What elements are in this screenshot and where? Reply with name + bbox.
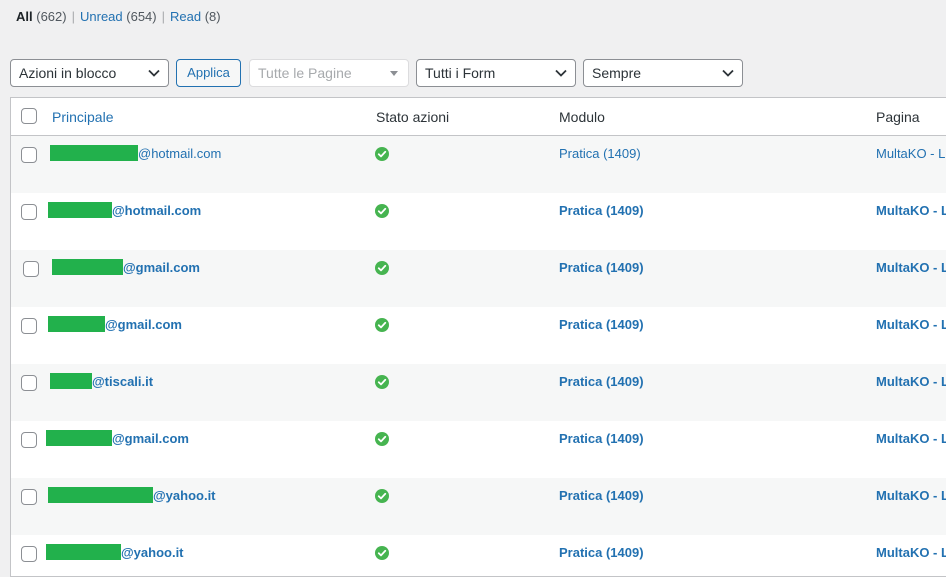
apply-button[interactable]: Applica	[176, 59, 241, 87]
table-header: Principale Stato azioni Modulo Pagina	[11, 98, 946, 136]
entry-page-link[interactable]: MultaKO - L	[876, 203, 946, 218]
entry-page-link[interactable]: MultaKO - L	[876, 317, 946, 332]
check-circle-icon	[375, 375, 389, 389]
filter-read[interactable]: Read (8)	[170, 9, 221, 24]
entry-form-link[interactable]: Pratica (1409)	[559, 545, 644, 560]
redacted-email-block	[50, 373, 92, 389]
check-circle-icon	[375, 432, 389, 446]
entry-email-link[interactable]: @tiscali.it	[92, 374, 153, 389]
redacted-email-block	[48, 316, 105, 332]
select-all-checkbox[interactable]	[21, 108, 37, 124]
entry-email-link[interactable]: @yahoo.it	[121, 545, 184, 560]
entry-form-link[interactable]: Pratica (1409)	[559, 260, 644, 275]
row-checkbox[interactable]	[21, 318, 37, 334]
check-circle-icon	[375, 546, 389, 560]
filter-unread[interactable]: Unread (654)	[80, 9, 157, 24]
column-modulo: Modulo	[559, 109, 605, 125]
row-checkbox[interactable]	[21, 147, 37, 163]
entry-page-link[interactable]: MultaKO - L	[876, 545, 946, 560]
entry-page-link[interactable]: MultaKO - L	[876, 431, 946, 446]
table-row[interactable]: @gmail.com Pratica (1409) MultaKO - L	[11, 307, 946, 364]
row-checkbox[interactable]	[21, 489, 37, 505]
table-row[interactable]: @hotmail.com Pratica (1409) MultaKO - L	[11, 193, 946, 250]
entry-email-link[interactable]: @gmail.com	[123, 260, 200, 275]
table-body: @hotmail.com Pratica (1409) MultaKO - LI @h…	[11, 136, 946, 576]
entry-page-link[interactable]: MultaKO - LI	[876, 146, 946, 161]
row-checkbox[interactable]	[21, 432, 37, 448]
entry-page-link[interactable]: MultaKO - L	[876, 260, 946, 275]
entry-form-link[interactable]: Pratica (1409)	[559, 146, 641, 161]
chevron-down-icon	[148, 69, 160, 77]
entry-form-link[interactable]: Pratica (1409)	[559, 317, 644, 332]
forms-filter-select[interactable]: Tutti i Form	[416, 59, 576, 87]
bulk-actions-select[interactable]: Azioni in blocco	[10, 59, 169, 87]
column-stato-azioni: Stato azioni	[376, 109, 450, 125]
column-pagina: Pagina	[876, 109, 920, 125]
check-circle-icon	[375, 489, 389, 503]
redacted-email-block	[46, 544, 121, 560]
check-circle-icon	[375, 147, 389, 161]
entry-page-link[interactable]: MultaKO - L	[876, 488, 946, 503]
entry-email-link[interactable]: @yahoo.it	[153, 488, 216, 503]
filter-all[interactable]: All (662)	[16, 9, 67, 24]
table-row[interactable]: @tiscali.it Pratica (1409) MultaKO - L	[11, 364, 946, 421]
table-row[interactable]: @yahoo.it Pratica (1409) MultaKO - L	[11, 478, 946, 535]
redacted-email-block	[50, 145, 138, 161]
chevron-down-icon	[722, 69, 734, 77]
filter-separator: |	[161, 9, 166, 24]
entry-form-link[interactable]: Pratica (1409)	[559, 488, 644, 503]
pages-filter-select[interactable]: Tutte le Pagine	[249, 59, 409, 87]
entry-email-link[interactable]: @gmail.com	[105, 317, 182, 332]
entry-page-link[interactable]: MultaKO - L	[876, 374, 946, 389]
table-row[interactable]: @gmail.com Pratica (1409) MultaKO - L	[11, 250, 946, 307]
date-filter-select[interactable]: Sempre	[583, 59, 743, 87]
entry-form-link[interactable]: Pratica (1409)	[559, 431, 644, 446]
entry-email-link[interactable]: @gmail.com	[112, 431, 189, 446]
row-checkbox[interactable]	[21, 546, 37, 562]
filter-separator: |	[71, 9, 75, 24]
entry-email-link[interactable]: @hotmail.com	[112, 203, 201, 218]
entry-form-link[interactable]: Pratica (1409)	[559, 203, 644, 218]
row-checkbox[interactable]	[23, 261, 39, 277]
redacted-email-block	[52, 259, 123, 275]
chevron-down-icon	[555, 69, 567, 77]
table-row[interactable]: @gmail.com Pratica (1409) MultaKO - L	[11, 421, 946, 478]
row-checkbox[interactable]	[21, 204, 37, 220]
row-checkbox[interactable]	[21, 375, 37, 391]
check-circle-icon	[375, 318, 389, 332]
entries-table: Principale Stato azioni Modulo Pagina @h…	[10, 97, 946, 577]
redacted-email-block	[46, 430, 112, 446]
entry-email-link[interactable]: @hotmail.com	[138, 146, 221, 161]
redacted-email-block	[48, 202, 112, 218]
table-row[interactable]: @yahoo.it Pratica (1409) MultaKO - L	[11, 535, 946, 576]
column-principale[interactable]: Principale	[52, 109, 113, 125]
check-circle-icon	[375, 261, 389, 275]
status-filters: All (662) | Unread (654) | Read (8)	[16, 9, 221, 24]
entry-form-link[interactable]: Pratica (1409)	[559, 374, 644, 389]
redacted-email-block	[48, 487, 153, 503]
table-row[interactable]: @hotmail.com Pratica (1409) MultaKO - LI	[11, 136, 946, 193]
check-circle-icon	[375, 204, 389, 218]
chevron-down-icon	[390, 71, 398, 76]
